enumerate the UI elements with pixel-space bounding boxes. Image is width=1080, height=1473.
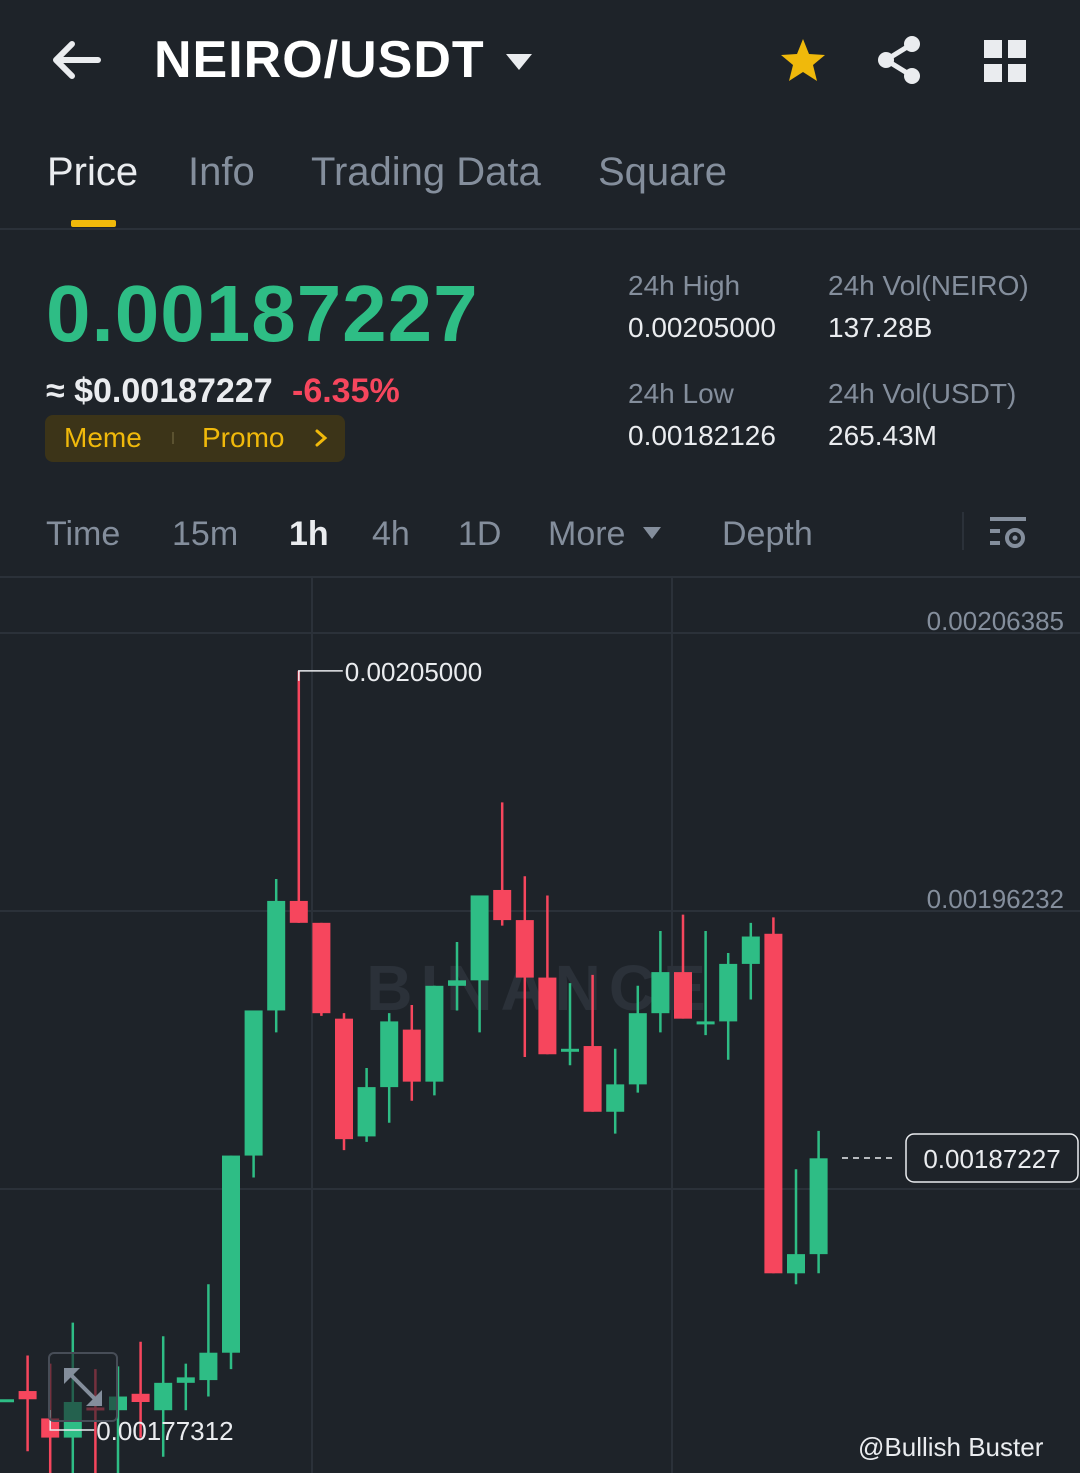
high-marker-line <box>298 670 343 681</box>
candle-body <box>0 1399 14 1403</box>
candle-body <box>764 933 783 1274</box>
interval-time[interactable]: Time <box>46 515 120 554</box>
candle-body <box>628 1013 647 1085</box>
candle-body <box>176 1377 195 1383</box>
y-axis-labels: 0.00206385 0.00196232 <box>927 606 1064 914</box>
favorite-star-icon[interactable] <box>778 36 828 86</box>
interval-1d[interactable]: 1D <box>458 515 501 554</box>
vol-base-label: 24h Vol(NEIRO) <box>828 270 1029 301</box>
candle-body <box>696 1021 715 1025</box>
candle-body <box>222 1155 240 1353</box>
pair-title[interactable]: NEIRO/USDT <box>154 30 485 90</box>
interval-more[interactable]: More <box>548 515 625 554</box>
app-grid-icon[interactable] <box>984 40 1026 82</box>
chart-settings-icon[interactable] <box>988 514 1028 552</box>
candle-body <box>470 895 489 981</box>
price-change-percent: -6.35% <box>292 372 400 410</box>
share-icon[interactable] <box>874 34 924 86</box>
back-arrow-icon[interactable] <box>48 36 104 84</box>
candle-body <box>538 977 557 1055</box>
candle-body <box>719 963 738 1022</box>
candle-body <box>380 1021 399 1088</box>
pair-dropdown-caret-icon[interactable] <box>504 50 534 74</box>
active-tab-indicator <box>71 220 116 227</box>
tag-promo[interactable]: Promo <box>202 422 284 454</box>
candlestick-chart[interactable]: BINANCE 0.002063850.00196232 0.002050000… <box>0 578 1080 1473</box>
candle-body <box>18 1391 37 1400</box>
interval-divider <box>962 512 964 550</box>
candle-body <box>244 1010 263 1156</box>
candle-body <box>787 1254 805 1274</box>
candle-body <box>199 1352 218 1381</box>
interval-4h[interactable]: 4h <box>372 515 410 554</box>
candle-body <box>651 972 670 1014</box>
candle-body <box>741 936 760 964</box>
high-24h-label: 24h High <box>628 270 741 301</box>
tag-meme[interactable]: Meme <box>64 422 142 454</box>
candle-body <box>809 1158 828 1255</box>
tab-divider <box>0 228 1080 230</box>
candles-group <box>0 670 828 1473</box>
tab-square[interactable]: Square <box>598 150 727 195</box>
candle-body <box>131 1393 150 1402</box>
tag-separator <box>172 432 174 444</box>
approx-usd-price: ≈ $0.00187227 <box>46 372 273 410</box>
tab-info[interactable]: Info <box>188 150 255 195</box>
y-axis-label-mid: 0.00196232 <box>927 884 1064 914</box>
user-watermark: @Bullish Buster <box>858 1432 1044 1462</box>
vol-quote-value: 265.43M <box>828 420 937 451</box>
last-price: 0.00187227 <box>46 269 479 358</box>
candle-body <box>289 900 308 923</box>
tab-price[interactable]: Price <box>47 150 138 195</box>
candle-body <box>357 1087 376 1137</box>
chevron-right-icon[interactable] <box>312 428 330 448</box>
candle-body <box>402 1029 421 1082</box>
candle-body <box>425 985 444 1082</box>
candle-body <box>561 1048 579 1052</box>
high-24h-value: 0.00205000 <box>628 312 776 343</box>
high-marker-label: 0.00205000 <box>345 657 482 687</box>
top-bar: NEIRO/USDT <box>0 0 1080 120</box>
candle-body <box>515 920 534 978</box>
candle-body <box>493 889 512 921</box>
low-24h-value: 0.00182126 <box>628 420 776 451</box>
interval-depth[interactable]: Depth <box>722 515 813 554</box>
more-dropdown-caret-icon[interactable] <box>641 525 663 541</box>
interval-1h[interactable]: 1h <box>289 515 329 554</box>
vol-base-value: 137.28B <box>828 312 933 343</box>
candle-body <box>674 972 692 1019</box>
candle-body <box>335 1018 353 1140</box>
candle-body <box>154 1382 173 1411</box>
current-price-label: 0.00187227 <box>923 1144 1060 1174</box>
low-marker-label: 0.00177312 <box>96 1416 233 1446</box>
candle-body <box>583 1046 602 1112</box>
candle-body <box>448 980 466 986</box>
candle-body <box>267 900 286 1011</box>
candle-body <box>312 922 331 1014</box>
candle-body <box>606 1084 625 1112</box>
expand-icon <box>64 1368 102 1406</box>
tab-trading-data[interactable]: Trading Data <box>311 150 541 195</box>
interval-15m[interactable]: 15m <box>172 515 238 554</box>
vol-quote-label: 24h Vol(USDT) <box>828 378 1017 409</box>
low-24h-label: 24h Low <box>628 378 734 409</box>
y-axis-label-top: 0.00206385 <box>927 606 1064 636</box>
expand-chart-button[interactable] <box>48 1352 118 1422</box>
